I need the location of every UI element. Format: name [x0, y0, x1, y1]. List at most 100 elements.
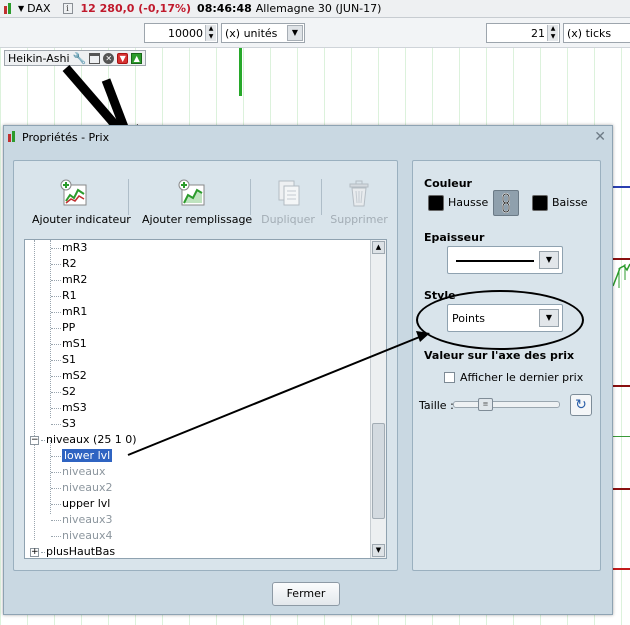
fall-color-swatch[interactable]: [532, 195, 548, 211]
expand-icon[interactable]: +: [30, 548, 39, 557]
wrench-icon[interactable]: 🔧: [73, 52, 87, 65]
tree-item[interactable]: mR1: [51, 304, 87, 320]
thickness-select[interactable]: ▼: [447, 246, 563, 274]
candle-bar: [239, 48, 242, 96]
add-indicator-icon: [58, 177, 90, 209]
info-icon[interactable]: i: [62, 3, 73, 14]
quantity-unit-select[interactable]: (x) unités ▼: [221, 23, 305, 43]
chart-toolbar: 10000 ▲ ▼ (x) unités ▼ 21 ▲ ▼ (x) ticks: [0, 18, 630, 48]
line-thickness-preview: [456, 260, 534, 262]
tree-item[interactable]: S2: [51, 384, 76, 400]
scroll-down-icon[interactable]: ▼: [372, 544, 385, 557]
chevron-down-icon[interactable]: ▼: [539, 251, 559, 269]
chevron-down-icon[interactable]: ▼: [287, 25, 303, 41]
tree-item[interactable]: upper lvl: [51, 496, 110, 512]
size-slider-handle[interactable]: ≡: [478, 398, 493, 411]
scroll-up-icon[interactable]: ▲: [372, 241, 385, 254]
close-icon[interactable]: ✕: [103, 52, 115, 64]
close-button[interactable]: Fermer: [272, 582, 340, 606]
style-label: Style: [424, 289, 456, 302]
scroll-thumb[interactable]: [372, 423, 385, 519]
properties-panel: Couleur Hausse Baisse Epaisseur ▼ Style …: [412, 160, 601, 571]
window-icon[interactable]: [89, 52, 101, 64]
quote-time: 08:46:48: [197, 2, 252, 15]
level-line: [613, 186, 630, 188]
tree-item[interactable]: PP: [51, 320, 75, 336]
dialog-title: Propriétés - Prix: [22, 130, 110, 144]
tree-item[interactable]: mR2: [51, 272, 87, 288]
taille-label: Taille :: [419, 399, 454, 412]
show-last-price-checkbox[interactable]: [444, 372, 455, 383]
tree-item-selected[interactable]: lower lvl: [51, 448, 114, 464]
ticks-value: 21: [531, 26, 545, 40]
tree-item[interactable]: mR3: [51, 240, 87, 256]
indicator-tree[interactable]: mR3 R2 mR2 R1 mR1 PP mS1 S1 mS2 S2 mS3 S…: [24, 239, 387, 559]
heikin-ashi-indicator-bar: Heikin-Ashi 🔧 ✕ ▼ ▲: [4, 50, 147, 66]
tree-item[interactable]: mS1: [51, 336, 87, 352]
ticks-stepper[interactable]: 21 ▲ ▼: [486, 23, 560, 43]
stepper-arrows-icon[interactable]: ▲ ▼: [547, 25, 558, 41]
tree-item[interactable]: R2: [51, 256, 77, 272]
properties-dialog: Propriétés - Prix ✕ Ajouter indicateur A…: [3, 125, 613, 615]
show-last-price-label: Afficher le dernier prix: [460, 371, 584, 384]
couleur-label: Couleur: [424, 177, 472, 190]
quantity-unit-value: (x) unités: [225, 26, 278, 40]
level-line: [613, 385, 630, 387]
epaisseur-label: Epaisseur: [424, 231, 485, 244]
tree-item[interactable]: mS2: [51, 368, 87, 384]
level-line: [613, 568, 630, 570]
duplicate-label: Dupliquer: [261, 213, 315, 226]
trash-icon: [343, 177, 375, 209]
rise-color-swatch[interactable]: [428, 195, 444, 211]
tree-group-plushautbas[interactable]: plusHautBas: [41, 544, 115, 558]
instrument-header: ▼ DAX i 12 280,0 (-0,17%) 08:46:48 Allem…: [0, 0, 630, 18]
collapse-icon[interactable]: −: [30, 436, 39, 445]
tree-item[interactable]: S1: [51, 352, 76, 368]
indicator-list-panel: Ajouter indicateur Ajouter remplissage D…: [13, 160, 398, 571]
add-indicator-label: Ajouter indicateur: [32, 213, 131, 226]
baisse-label: Baisse: [552, 196, 588, 209]
tree-group-niveaux[interactable]: niveaux (25 1 0): [41, 432, 137, 448]
tree-item[interactable]: S3: [51, 416, 76, 432]
instrument-name[interactable]: DAX: [27, 2, 50, 15]
move-up-icon[interactable]: ▲: [131, 52, 143, 64]
price-line-snippet: [613, 263, 630, 288]
ticks-unit-value: (x) ticks: [567, 26, 612, 40]
tree-item[interactable]: niveaux4: [51, 528, 113, 544]
level-line: [613, 436, 630, 437]
instrument-dropdown-arrow[interactable]: ▼: [18, 4, 24, 13]
duplicate-button[interactable]: Dupliquer: [260, 177, 316, 226]
candlestick-icon: [4, 2, 14, 15]
add-fill-label: Ajouter remplissage: [142, 213, 253, 226]
tree-item[interactable]: niveaux2: [51, 480, 113, 496]
chevron-down-icon[interactable]: ▼: [539, 309, 559, 327]
add-fill-icon: [176, 177, 208, 209]
market-name: Allemagne 30 (JUN-17): [255, 2, 382, 15]
close-icon[interactable]: ✕: [594, 129, 606, 145]
link-colors-button[interactable]: [493, 190, 519, 216]
stepper-arrows-icon[interactable]: ▲ ▼: [205, 25, 216, 41]
tree-item[interactable]: R1: [51, 288, 77, 304]
quantity-stepper[interactable]: 10000 ▲ ▼: [144, 23, 218, 43]
tree-guide: [34, 240, 35, 540]
add-indicator-button[interactable]: Ajouter indicateur: [32, 177, 131, 226]
style-select[interactable]: Points ▼: [447, 304, 563, 332]
dialog-title-bar[interactable]: Propriétés - Prix ✕: [4, 126, 612, 148]
ticks-unit-select[interactable]: (x) ticks: [563, 23, 630, 43]
size-slider-track[interactable]: [453, 401, 560, 408]
price-change: 12 280,0 (-0,17%): [80, 2, 192, 15]
candlestick-icon: [8, 131, 18, 143]
add-fill-button[interactable]: Ajouter remplissage: [142, 177, 252, 226]
tree-item[interactable]: mS3: [51, 400, 87, 416]
indicator-name: Heikin-Ashi: [8, 51, 70, 65]
tree-item[interactable]: niveaux3: [51, 512, 113, 528]
move-down-icon[interactable]: ▼: [117, 52, 129, 64]
quantity-value: 10000: [168, 26, 203, 40]
delete-button[interactable]: Supprimer: [330, 177, 388, 226]
hausse-label: Hausse: [448, 196, 489, 209]
tree-item[interactable]: niveaux: [51, 464, 106, 480]
chain-link-icon: [502, 193, 510, 213]
reset-icon[interactable]: ↻: [570, 394, 592, 416]
tree-scrollbar[interactable]: ▲ ▼: [370, 240, 386, 558]
style-value: Points: [452, 312, 486, 325]
